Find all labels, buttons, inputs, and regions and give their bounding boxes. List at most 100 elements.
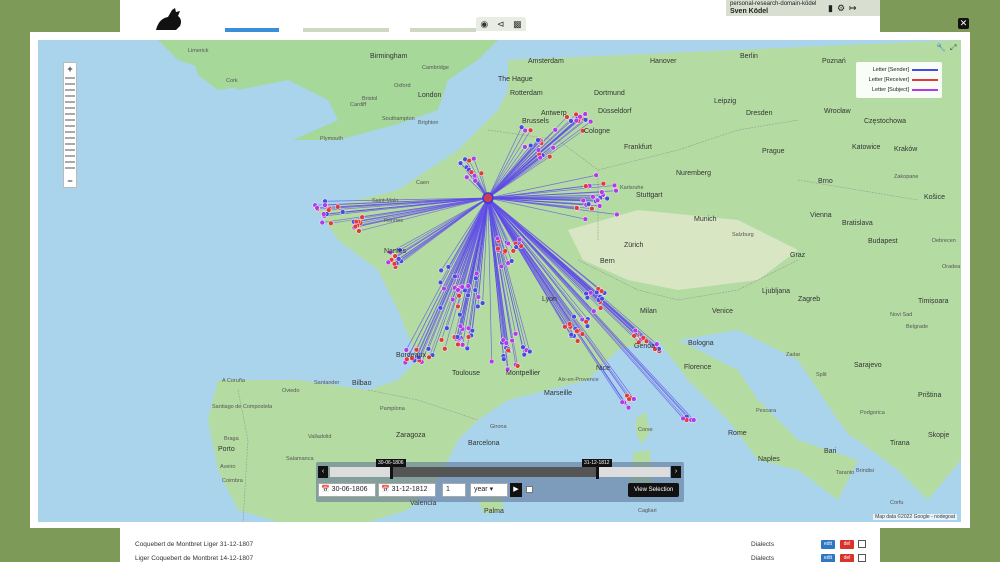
letter-point[interactable]: [464, 174, 470, 180]
letter-point[interactable]: [594, 197, 601, 203]
letter-point[interactable]: [680, 415, 686, 422]
letter-point[interactable]: [501, 356, 507, 362]
letter-point[interactable]: [521, 352, 527, 358]
close-button[interactable]: ✕: [958, 18, 969, 29]
letter-point[interactable]: [465, 283, 471, 289]
letter-point[interactable]: [352, 223, 359, 230]
letter-point[interactable]: [438, 267, 444, 274]
letter-point[interactable]: [582, 216, 589, 222]
letter-point[interactable]: [582, 111, 588, 117]
letter-point[interactable]: [591, 308, 597, 314]
letter-point[interactable]: [518, 243, 524, 249]
letter-point[interactable]: [472, 178, 478, 184]
delete-button[interactable]: del: [840, 554, 854, 562]
letter-point[interactable]: [593, 172, 599, 178]
table-row[interactable]: Liger Coquebert de Montbret 14-12-1807 D…: [120, 552, 880, 562]
letter-point[interactable]: [505, 347, 511, 354]
letter-point[interactable]: [454, 334, 461, 340]
wrench-icon[interactable]: 🔧: [936, 43, 946, 53]
unit-select[interactable]: year ▾: [470, 483, 508, 497]
letter-point[interactable]: [583, 183, 589, 189]
logout-icon[interactable]: ↦: [849, 3, 857, 14]
letter-point[interactable]: [611, 182, 618, 189]
letter-point[interactable]: [625, 405, 632, 411]
letter-point[interactable]: [505, 240, 511, 247]
letter-point[interactable]: [522, 144, 528, 150]
letter-point[interactable]: [450, 296, 456, 303]
letter-point[interactable]: [598, 288, 605, 294]
letter-point[interactable]: [619, 399, 625, 405]
view-selection-button[interactable]: View Selection: [628, 483, 680, 497]
letter-point[interactable]: [567, 321, 573, 327]
letter-point[interactable]: [471, 155, 477, 162]
letter-point[interactable]: [613, 188, 619, 194]
letter-point[interactable]: [550, 145, 556, 151]
letter-point[interactable]: [455, 287, 461, 293]
letter-point[interactable]: [456, 293, 462, 299]
letter-point[interactable]: [577, 114, 583, 120]
letter-point[interactable]: [552, 127, 558, 133]
step-input[interactable]: 1: [442, 483, 466, 497]
letter-point[interactable]: [509, 337, 515, 344]
globe-icon[interactable]: ◉: [480, 19, 488, 30]
letter-point[interactable]: [489, 358, 495, 365]
letter-point[interactable]: [494, 235, 501, 242]
letter-point[interactable]: [455, 341, 461, 348]
letter-point[interactable]: [473, 275, 479, 281]
letter-point[interactable]: [589, 205, 595, 212]
letter-point[interactable]: [568, 332, 574, 338]
letter-point[interactable]: [444, 325, 450, 331]
row-checkbox[interactable]: [858, 554, 866, 562]
letter-point[interactable]: [604, 195, 610, 202]
letter-point[interactable]: [594, 289, 600, 296]
letter-point[interactable]: [588, 290, 594, 296]
letter-point[interactable]: [464, 345, 470, 352]
letter-point[interactable]: [535, 147, 542, 153]
letter-point[interactable]: [437, 279, 444, 286]
letter-point[interactable]: [356, 228, 362, 234]
letter-point[interactable]: [459, 342, 466, 348]
edit-button[interactable]: edit: [821, 540, 835, 549]
letter-point[interactable]: [508, 258, 515, 264]
letter-point[interactable]: [518, 124, 525, 130]
letter-point[interactable]: [340, 209, 346, 215]
timeline-selected-range[interactable]: [390, 467, 596, 477]
letter-point[interactable]: [438, 337, 445, 343]
letter-point[interactable]: [359, 214, 365, 220]
letter-point[interactable]: [583, 319, 589, 325]
letter-point[interactable]: [442, 346, 448, 352]
letter-point[interactable]: [691, 417, 697, 423]
letter-point[interactable]: [575, 338, 581, 344]
letter-point[interactable]: [396, 256, 402, 262]
letter-point[interactable]: [562, 324, 568, 330]
letter-point[interactable]: [571, 314, 577, 320]
letter-point[interactable]: [472, 287, 478, 293]
letter-point[interactable]: [512, 331, 519, 337]
fullscreen-icon[interactable]: ⤢: [950, 43, 956, 53]
letter-point[interactable]: [459, 284, 465, 290]
letter-point[interactable]: [437, 305, 444, 311]
letter-point[interactable]: [503, 340, 509, 346]
letter-point[interactable]: [547, 154, 553, 160]
zoom-slider[interactable]: [65, 77, 75, 173]
message-icon[interactable]: ▮: [828, 3, 833, 14]
letter-point[interactable]: [319, 219, 325, 226]
letter-point[interactable]: [469, 327, 476, 334]
letter-point[interactable]: [426, 354, 432, 360]
letter-point[interactable]: [527, 348, 533, 355]
letter-point[interactable]: [573, 118, 579, 124]
letter-point[interactable]: [478, 170, 485, 176]
letter-point[interactable]: [495, 245, 501, 252]
letter-point[interactable]: [640, 335, 646, 341]
gear-icon[interactable]: ⚙: [837, 3, 845, 14]
letter-point[interactable]: [466, 157, 472, 164]
letter-point[interactable]: [584, 295, 591, 301]
letter-point[interactable]: [457, 311, 463, 318]
letter-point[interactable]: [535, 137, 541, 143]
timeline-prev-button[interactable]: ‹: [318, 466, 328, 478]
letter-point[interactable]: [321, 211, 327, 217]
letter-point[interactable]: [314, 205, 320, 211]
letter-point[interactable]: [579, 331, 586, 337]
delete-button[interactable]: del: [840, 540, 854, 549]
letter-point[interactable]: [441, 285, 447, 292]
